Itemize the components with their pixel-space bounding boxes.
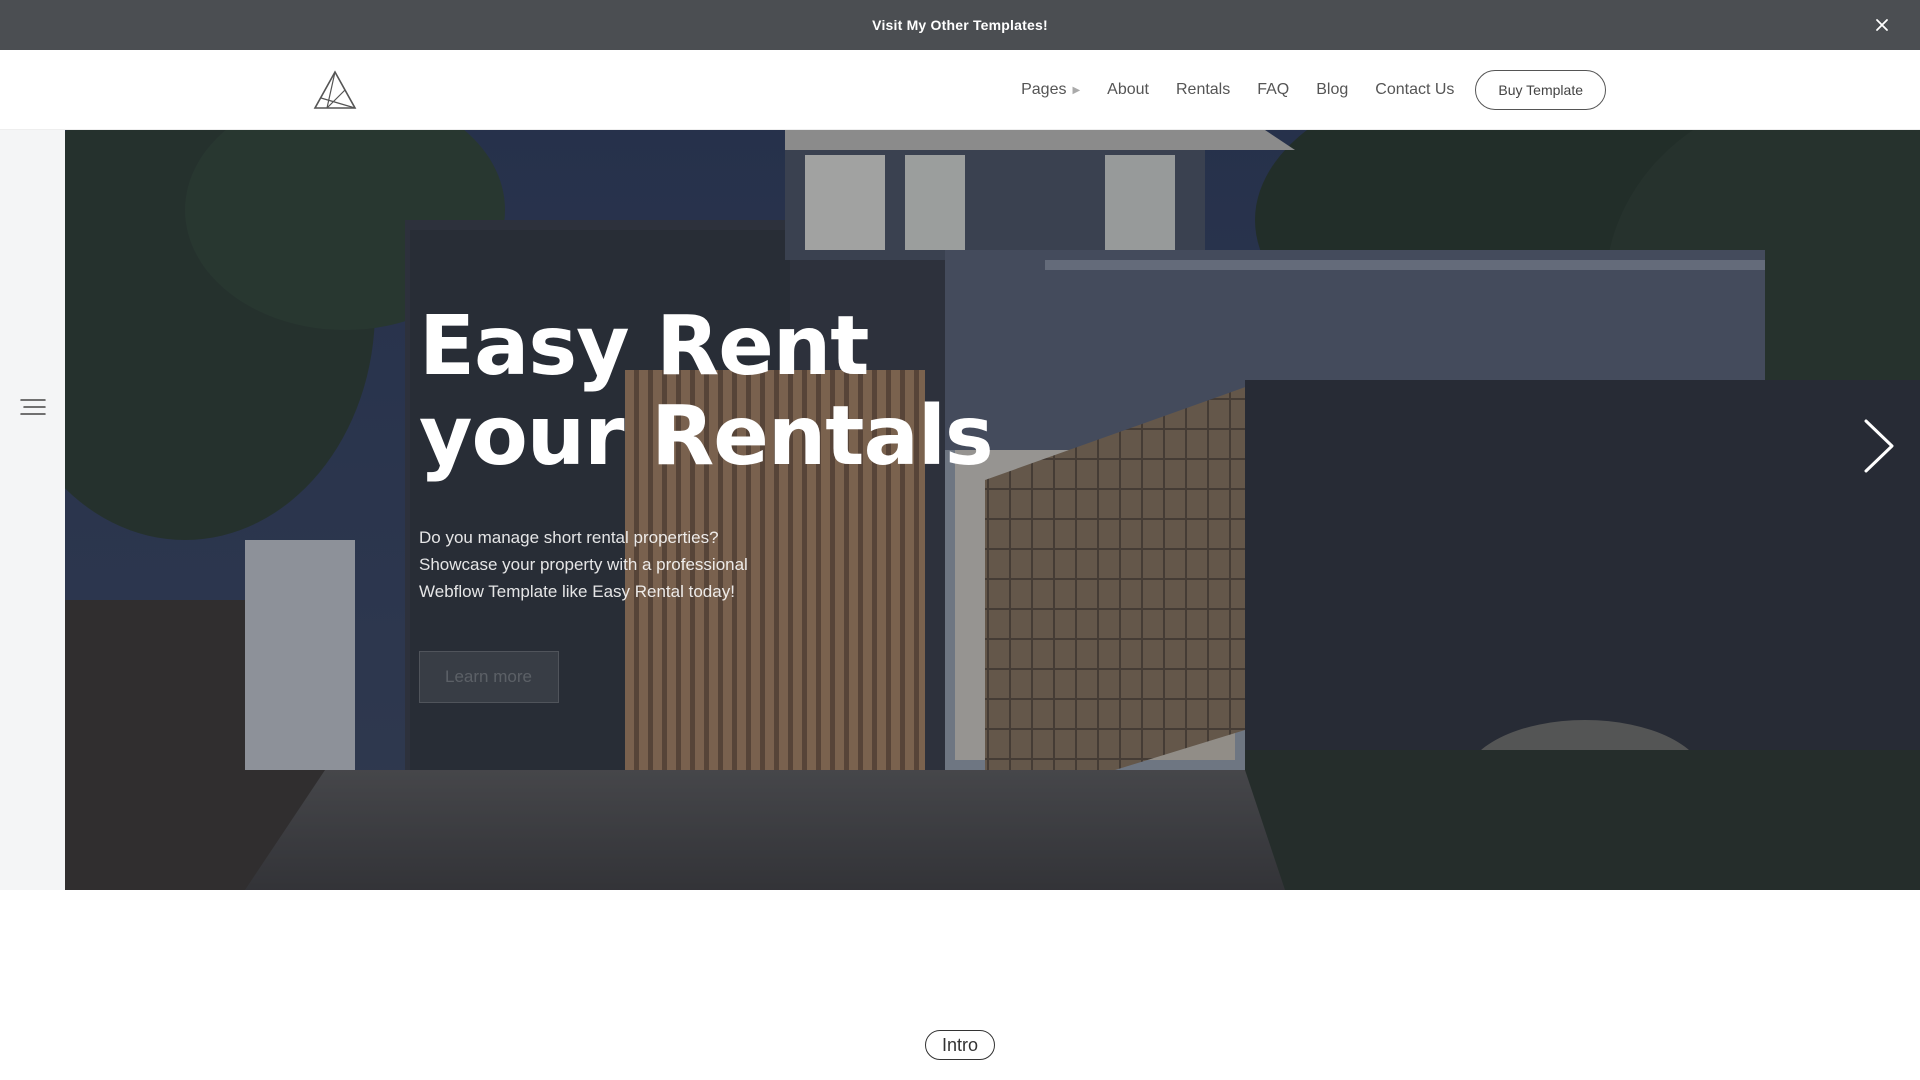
chevron-right-icon[interactable] [1862, 418, 1896, 474]
buy-template-button[interactable]: Buy Template [1475, 70, 1606, 110]
nav-item-pages[interactable]: Pages ▶ [1021, 81, 1080, 99]
nav-item-label: Pages [1021, 81, 1067, 98]
nav-item-about[interactable]: About [1107, 81, 1149, 99]
nav-item-label: Rentals [1175, 81, 1231, 98]
hero-title-line-1: Easy Rent [419, 299, 869, 394]
hero-subtitle: Do you manage short rental properties? S… [419, 528, 748, 601]
intro-label: Intro [925, 1030, 995, 1060]
hero-title-line-2: your Rentals [419, 389, 994, 484]
chevron-right-icon: ▶ [1072, 84, 1081, 96]
nav-item-contact-us[interactable]: Contact Us [1375, 81, 1454, 99]
announcement-bar[interactable]: Visit My Other Templates! [0, 0, 1920, 50]
nav-item-label: About [1107, 81, 1149, 98]
nav-item-rentals[interactable]: Rentals [1176, 81, 1230, 99]
side-rail [0, 130, 65, 890]
nav-item-label: Contact Us [1375, 81, 1455, 98]
top-nav: Pages ▶ About Rentals FAQ Blog Contact U… [0, 50, 1920, 130]
learn-more-button[interactable]: Learn more [419, 651, 559, 703]
nav-item-blog[interactable]: Blog [1316, 81, 1348, 99]
nav-item-label: FAQ [1257, 81, 1290, 98]
triangle-logo-icon[interactable] [313, 70, 357, 110]
nav-item-faq[interactable]: FAQ [1257, 81, 1289, 99]
nav-item-label: Blog [1316, 81, 1349, 98]
hero-content: Easy Rent your Rentals Do you manage sho… [419, 302, 1059, 703]
nav-menu: Pages ▶ About Rentals FAQ Blog Contact U… [1021, 70, 1606, 110]
hero-title: Easy Rent your Rentals [419, 302, 1059, 482]
hamburger-menu-icon[interactable] [20, 398, 46, 416]
hero-banner: Easy Rent your Rentals Do you manage sho… [65, 130, 1920, 890]
close-icon[interactable] [1872, 15, 1892, 35]
announcement-text[interactable]: Visit My Other Templates! [872, 17, 1048, 33]
